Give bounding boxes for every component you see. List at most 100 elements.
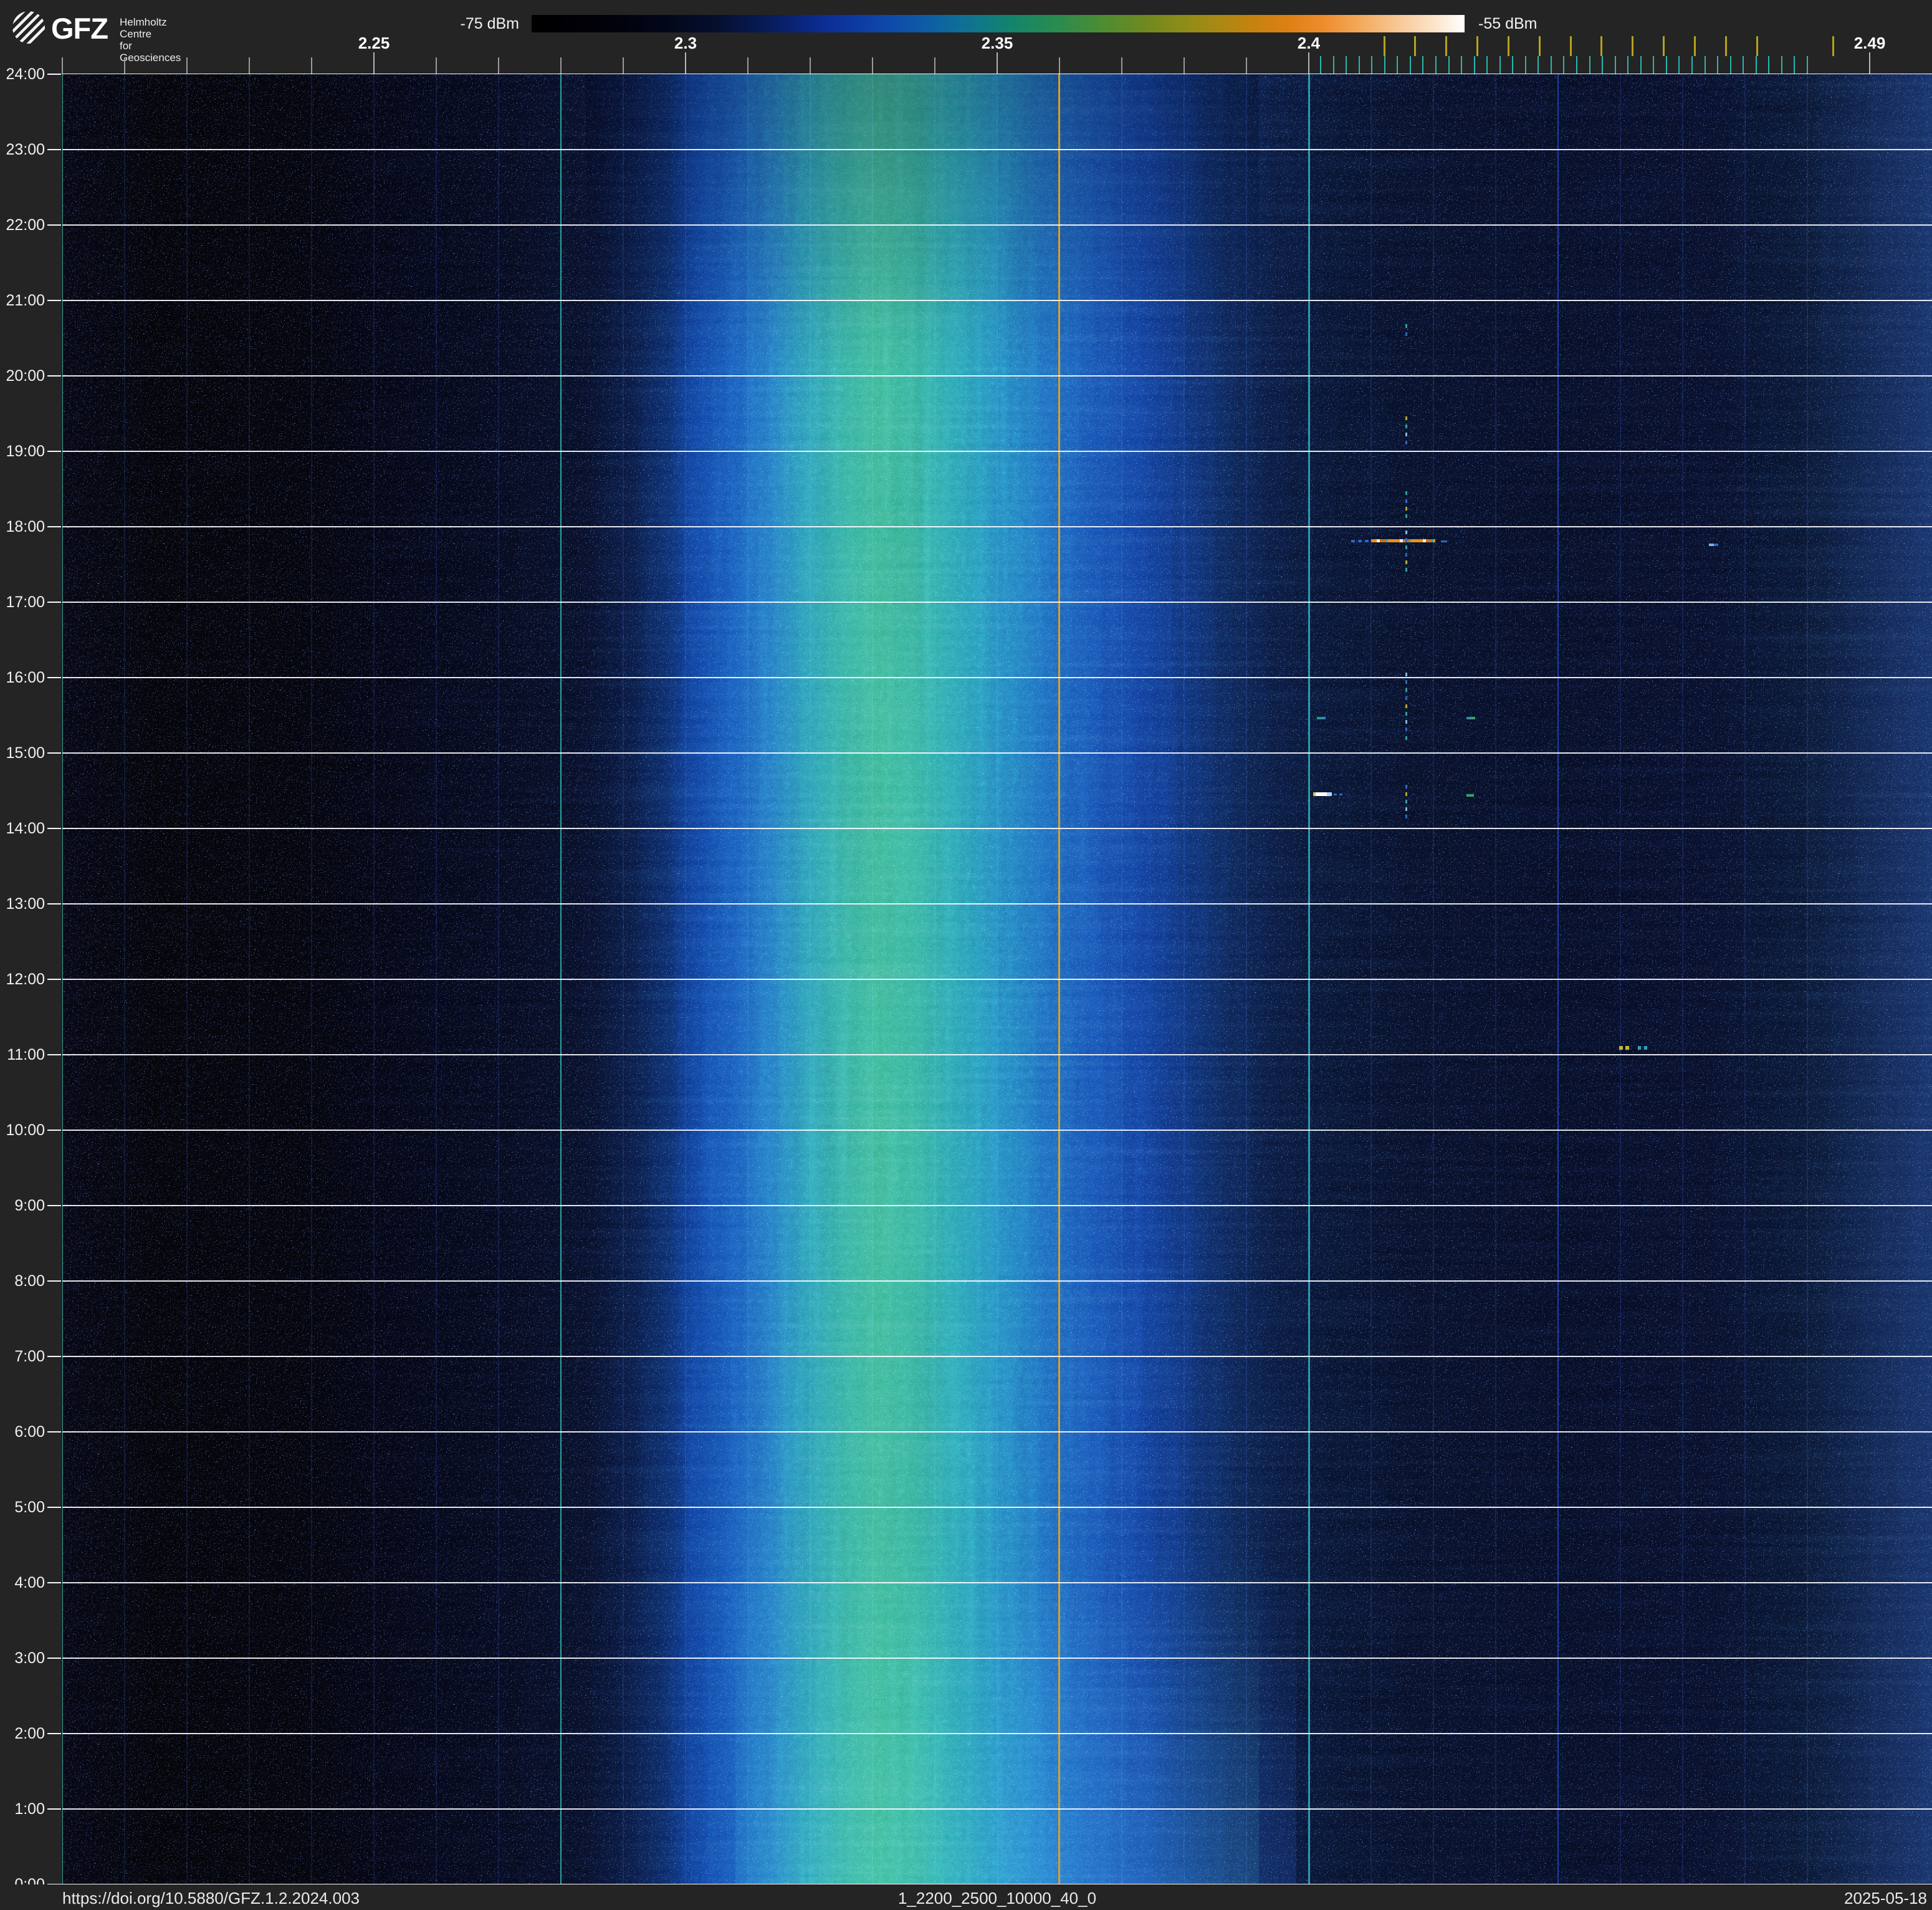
hour-gridline — [62, 1733, 1932, 1734]
freq-major-tick — [685, 52, 686, 74]
freq-minor-tick — [436, 57, 437, 74]
time-tick-label: 10:00 — [0, 1121, 45, 1140]
freq-tick-label: 2.49 — [1826, 34, 1913, 52]
footer-bar: https://doi.org/10.5880/GFZ.1.2.2024.003… — [0, 1884, 1932, 1910]
comb-tick-teal — [1551, 56, 1552, 74]
intermittent-dot — [1405, 696, 1407, 700]
time-tick-label: 13:00 — [0, 895, 45, 913]
time-tick-label: 14:00 — [0, 819, 45, 838]
time-tick-label: 23:00 — [0, 140, 45, 159]
time-tick — [47, 1431, 61, 1432]
band-bottom-blue-overlay — [997, 1558, 1296, 1884]
intermittent-dot — [1405, 560, 1407, 564]
spectrogram-plot — [62, 74, 1932, 1884]
intermittent-dot — [1405, 324, 1407, 328]
transient-burst — [1317, 717, 1326, 719]
hour-gridline — [62, 224, 1932, 226]
intermittent-dot — [1405, 673, 1407, 676]
time-tick — [47, 979, 61, 980]
freq-tick-label: 2.4 — [1265, 34, 1352, 52]
freq-minor-tick — [186, 57, 188, 74]
time-tick — [47, 903, 61, 905]
time-tick-label: 7:00 — [0, 1347, 45, 1366]
comb-tick-yellow — [1570, 36, 1572, 56]
doi-link[interactable]: https://doi.org/10.5880/GFZ.1.2.2024.003 — [62, 1889, 360, 1908]
intermittent-dot — [1405, 815, 1407, 818]
intermittent-dot — [1405, 785, 1407, 789]
transient-burst — [1441, 540, 1447, 542]
time-tick — [47, 1582, 61, 1583]
hour-gridline — [62, 526, 1932, 527]
intermittent-dot — [1405, 499, 1407, 503]
colorbar-gradient — [532, 15, 1465, 32]
hour-gridline — [62, 1356, 1932, 1357]
comb-tick-teal — [1435, 56, 1437, 74]
comb-tick-yellow — [1508, 36, 1509, 56]
hour-gridline — [62, 149, 1932, 150]
time-tick — [47, 828, 61, 829]
time-tick — [47, 1205, 61, 1206]
hour-gridline — [62, 903, 1932, 905]
time-tick — [47, 677, 61, 678]
comb-tick-teal — [1563, 56, 1564, 74]
intermittent-dot — [1405, 553, 1407, 557]
comb-tick-yellow — [1663, 36, 1665, 56]
intermittent-dot — [1405, 491, 1407, 495]
colorbar-min-label: -75 dBm — [0, 15, 519, 32]
time-tick-label: 9:00 — [0, 1196, 45, 1215]
intermittent-dot — [1405, 332, 1407, 336]
freq-minor-tick — [872, 57, 873, 74]
freq-major-tick — [997, 52, 998, 74]
freq-minor-tick — [249, 57, 250, 74]
freq-minor-tick — [62, 57, 63, 74]
hour-gridline — [62, 451, 1932, 452]
hour-gridline — [62, 677, 1932, 678]
time-tick — [47, 74, 61, 75]
hour-gridline — [62, 602, 1932, 603]
comb-tick-teal — [1512, 56, 1513, 74]
comb-tick-teal — [1499, 56, 1501, 74]
date-label: 2025-05-18 — [1620, 1889, 1927, 1908]
comb-tick-teal — [1461, 56, 1462, 74]
intermittent-dot — [1405, 727, 1407, 731]
time-tick-label: 17:00 — [0, 593, 45, 612]
transient-burst — [1625, 1046, 1629, 1050]
hour-gridline — [62, 1205, 1932, 1206]
intermittent-dot — [1405, 545, 1407, 549]
comb-tick-yellow — [1384, 36, 1385, 56]
comb-tick-teal — [1474, 56, 1475, 74]
freq-minor-tick — [1184, 57, 1185, 74]
time-tick — [47, 526, 61, 527]
comb-tick-teal — [1525, 56, 1526, 74]
spectrogram-page: { "page": {"background": "#242424"}, "he… — [0, 0, 1932, 1910]
time-tick-label: 15:00 — [0, 744, 45, 762]
time-tick-label: 5:00 — [0, 1498, 45, 1517]
time-tick-label: 2:00 — [0, 1724, 45, 1743]
intermittent-dot — [1405, 792, 1407, 796]
band-top-dim-overlay — [586, 74, 1259, 364]
intermittent-dot — [1405, 425, 1407, 428]
intermittent-dot — [1405, 507, 1407, 511]
time-tick-label: 11:00 — [0, 1045, 45, 1064]
hour-gridline — [62, 1280, 1932, 1282]
time-tick — [47, 1507, 61, 1508]
intermittent-dot — [1405, 800, 1407, 804]
time-tick — [47, 451, 61, 452]
transient-burst — [1313, 792, 1332, 796]
transient-burst — [1644, 1046, 1647, 1050]
freq-tick-label: 2.35 — [954, 34, 1041, 52]
hour-gridline — [62, 1054, 1932, 1055]
hour-gridline — [62, 1130, 1932, 1131]
intermittent-dot — [1405, 568, 1407, 572]
freq-minor-tick — [560, 57, 562, 74]
comb-tick-yellow — [1445, 36, 1447, 56]
dataset-filename: 1_2200_2500_10000_40_0 — [810, 1889, 1184, 1908]
intermittent-dot — [1405, 416, 1407, 420]
comb-tick-teal — [1384, 56, 1385, 74]
intermittent-dot — [1405, 807, 1407, 811]
intermittent-dot — [1405, 720, 1407, 724]
time-tick-label: 8:00 — [0, 1272, 45, 1290]
transient-burst — [1466, 794, 1474, 797]
comb-tick-teal — [1640, 56, 1642, 74]
comb-tick-teal — [1807, 56, 1808, 74]
